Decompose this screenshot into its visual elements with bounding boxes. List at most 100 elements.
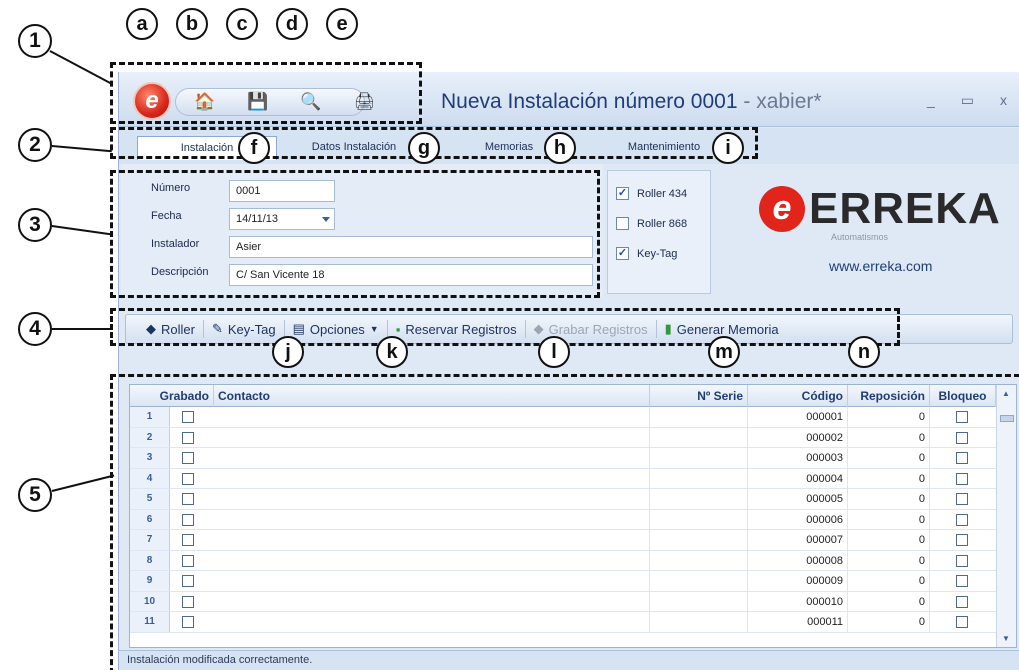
row-number[interactable]: 6 [130, 509, 170, 529]
check-roller-434[interactable]: ✓ Roller 434 [616, 187, 687, 200]
minimize-button[interactable]: _ [927, 92, 935, 109]
col-grabado[interactable]: Grabado [130, 385, 214, 407]
descripcion-field[interactable]: C/ San Vicente 18 [229, 264, 593, 286]
bloqueo-checkbox[interactable] [956, 513, 968, 526]
contacto-cell[interactable] [214, 571, 650, 591]
contacto-cell[interactable] [214, 489, 650, 509]
reposicion-cell[interactable]: 0 [848, 427, 930, 447]
reposicion-cell[interactable]: 0 [848, 550, 930, 570]
checkbox-checked[interactable]: ✓ [616, 247, 629, 260]
codigo-cell[interactable]: 000005 [748, 489, 848, 509]
table-row[interactable]: 6 000006 0 [130, 509, 1016, 530]
check-key-tag[interactable]: ✓ Key-Tag [616, 247, 677, 260]
row-number[interactable]: 10 [130, 591, 170, 611]
fecha-field[interactable]: 14/11/13 [229, 208, 335, 230]
contacto-cell[interactable] [214, 427, 650, 447]
table-row[interactable]: 9 000009 0 [130, 571, 1016, 592]
reposicion-cell[interactable]: 0 [848, 468, 930, 488]
bloqueo-checkbox[interactable] [956, 472, 968, 485]
col-reposicion[interactable]: Reposición [848, 385, 930, 407]
serie-cell[interactable] [650, 448, 748, 468]
row-number[interactable]: 11 [130, 612, 170, 632]
chevron-down-icon[interactable] [322, 217, 330, 222]
codigo-cell[interactable]: 000010 [748, 591, 848, 611]
row-number[interactable]: 7 [130, 530, 170, 550]
table-row[interactable]: 4 000004 0 [130, 468, 1016, 489]
col-bloqueo[interactable]: Bloqueo [930, 385, 996, 407]
contacto-cell[interactable] [214, 550, 650, 570]
serie-cell[interactable] [650, 489, 748, 509]
codigo-cell[interactable]: 000009 [748, 571, 848, 591]
codigo-cell[interactable]: 000004 [748, 468, 848, 488]
grabado-checkbox[interactable] [182, 534, 194, 546]
search-icon[interactable]: 🔍 [300, 91, 321, 113]
contacto-cell[interactable] [214, 509, 650, 529]
grabado-checkbox[interactable] [182, 411, 194, 423]
print-icon[interactable]: 🖨 [354, 91, 376, 113]
contacto-cell[interactable] [214, 612, 650, 632]
keytag-button[interactable]: ✎ Key-Tag [204, 321, 284, 337]
row-number[interactable]: 8 [130, 550, 170, 570]
codigo-cell[interactable]: 000008 [748, 550, 848, 570]
table-row[interactable]: 2 000002 0 [130, 427, 1016, 448]
bloqueo-checkbox[interactable] [956, 554, 968, 567]
numero-field[interactable]: 0001 [229, 180, 335, 202]
contacto-cell[interactable] [214, 530, 650, 550]
check-roller-868[interactable]: Roller 868 [616, 217, 687, 230]
checkbox-checked[interactable]: ✓ [616, 187, 629, 200]
scroll-up-icon[interactable]: ▲ [1002, 389, 1010, 398]
serie-cell[interactable] [650, 427, 748, 447]
reposicion-cell[interactable]: 0 [848, 448, 930, 468]
reposicion-cell[interactable]: 0 [848, 612, 930, 632]
reposicion-cell[interactable]: 0 [848, 489, 930, 509]
maximize-button[interactable]: ▭ [961, 92, 974, 109]
checkbox-unchecked[interactable] [616, 217, 629, 230]
scroll-thumb[interactable] [1000, 415, 1014, 422]
contacto-cell[interactable] [214, 448, 650, 468]
table-row[interactable]: 11 000011 0 [130, 612, 1016, 633]
codigo-cell[interactable]: 000002 [748, 427, 848, 447]
bloqueo-checkbox[interactable] [956, 616, 968, 628]
bloqueo-checkbox[interactable] [956, 411, 968, 423]
row-number[interactable]: 3 [130, 448, 170, 468]
bloqueo-checkbox[interactable] [956, 493, 968, 505]
serie-cell[interactable] [650, 550, 748, 570]
contacto-cell[interactable] [214, 468, 650, 488]
table-row[interactable]: 3 000003 0 [130, 448, 1016, 469]
serie-cell[interactable] [650, 407, 748, 427]
brand-url[interactable]: www.erreka.com [829, 258, 932, 274]
row-number[interactable]: 2 [130, 427, 170, 447]
bloqueo-checkbox[interactable] [956, 431, 968, 444]
codigo-cell[interactable]: 000007 [748, 530, 848, 550]
reposicion-cell[interactable]: 0 [848, 591, 930, 611]
serie-cell[interactable] [650, 571, 748, 591]
bloqueo-checkbox[interactable] [956, 575, 968, 587]
reposicion-cell[interactable]: 0 [848, 407, 930, 427]
serie-cell[interactable] [650, 591, 748, 611]
codigo-cell[interactable]: 000003 [748, 448, 848, 468]
grabado-checkbox[interactable] [182, 595, 194, 608]
grabado-checkbox[interactable] [182, 431, 194, 444]
contacto-cell[interactable] [214, 407, 650, 427]
tab-datos-instalacion[interactable]: Datos Instalación [289, 136, 419, 160]
table-row[interactable]: 5 000005 0 [130, 489, 1016, 510]
serie-cell[interactable] [650, 509, 748, 529]
codigo-cell[interactable]: 000001 [748, 407, 848, 427]
instalador-field[interactable]: Asier [229, 236, 593, 258]
codigo-cell[interactable]: 000006 [748, 509, 848, 529]
close-button[interactable]: x [1000, 92, 1007, 109]
reposicion-cell[interactable]: 0 [848, 530, 930, 550]
bloqueo-checkbox[interactable] [956, 452, 968, 464]
grabado-checkbox[interactable] [182, 493, 194, 505]
grabado-checkbox[interactable] [182, 452, 194, 464]
table-row[interactable]: 10 000010 0 [130, 591, 1016, 612]
bloqueo-checkbox[interactable] [956, 595, 968, 608]
scroll-down-icon[interactable]: ▼ [1002, 634, 1010, 643]
serie-cell[interactable] [650, 530, 748, 550]
table-row[interactable]: 7 000007 0 [130, 530, 1016, 551]
row-number[interactable]: 9 [130, 571, 170, 591]
bloqueo-checkbox[interactable] [956, 534, 968, 546]
opciones-dropdown[interactable]: ▤ Opciones ▼ [285, 321, 387, 337]
serie-cell[interactable] [650, 612, 748, 632]
grabar-registros-button[interactable]: ◆ Grabar Registros [526, 321, 656, 337]
